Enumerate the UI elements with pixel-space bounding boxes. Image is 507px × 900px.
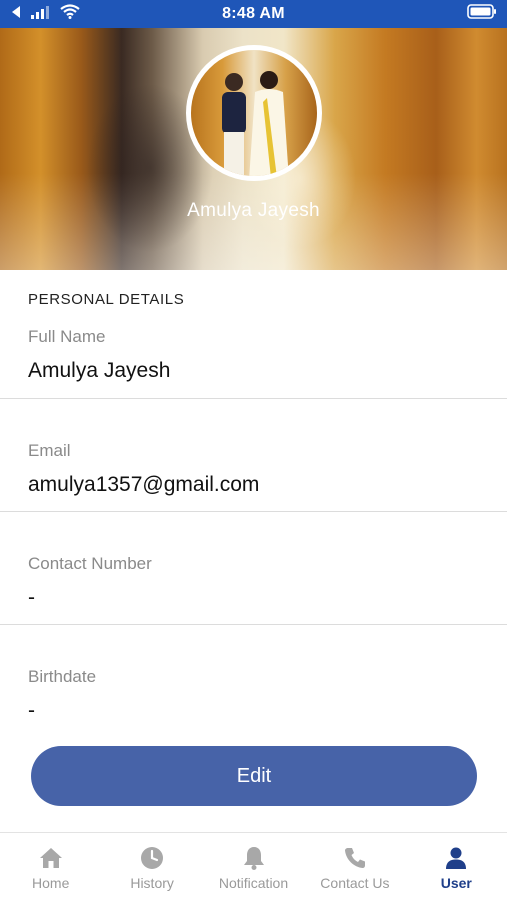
avatar[interactable] bbox=[186, 45, 322, 181]
nav-item-contact-us[interactable]: Contact Us bbox=[304, 833, 405, 900]
clock-icon bbox=[139, 845, 165, 871]
nav-label: Contact Us bbox=[320, 875, 390, 891]
divider bbox=[0, 624, 507, 625]
bottom-nav: Home History Notification Contact Us Use… bbox=[0, 832, 507, 900]
field-label: Email bbox=[28, 441, 71, 460]
field-value: - bbox=[28, 699, 35, 722]
profile-name: Amulya Jayesh bbox=[187, 200, 320, 221]
status-time: 8:48 AM bbox=[222, 5, 285, 22]
field-value: - bbox=[28, 586, 35, 609]
field-value: Amulya Jayesh bbox=[28, 359, 171, 382]
field-label: Contact Number bbox=[28, 554, 152, 573]
divider bbox=[0, 398, 507, 399]
nav-item-history[interactable]: History bbox=[101, 833, 202, 900]
divider bbox=[0, 511, 507, 512]
nav-label: User bbox=[440, 875, 472, 891]
nav-label: Home bbox=[32, 875, 70, 891]
nav-label: History bbox=[130, 875, 174, 891]
profile-header: Amulya Jayesh bbox=[0, 28, 507, 270]
field-label: Birthdate bbox=[28, 667, 97, 686]
edit-button[interactable]: Edit bbox=[31, 746, 477, 806]
field-value: amulya1357@gmail.com bbox=[28, 473, 260, 496]
field-label: Full Name bbox=[28, 327, 106, 346]
user-icon bbox=[443, 845, 469, 871]
section-title-personal-details: PERSONAL DETAILS bbox=[28, 291, 185, 308]
status-bar: 8:48 AM bbox=[0, 0, 507, 28]
nav-label: Notification bbox=[218, 875, 289, 891]
home-icon bbox=[38, 845, 64, 871]
phone-icon bbox=[342, 845, 368, 871]
nav-item-user[interactable]: User bbox=[406, 833, 507, 900]
nav-item-notification[interactable]: Notification bbox=[203, 833, 304, 900]
avatar-figure-woman bbox=[249, 71, 289, 176]
avatar-figure-man bbox=[222, 73, 246, 176]
bell-icon bbox=[241, 845, 267, 871]
nav-item-home[interactable]: Home bbox=[0, 833, 101, 900]
